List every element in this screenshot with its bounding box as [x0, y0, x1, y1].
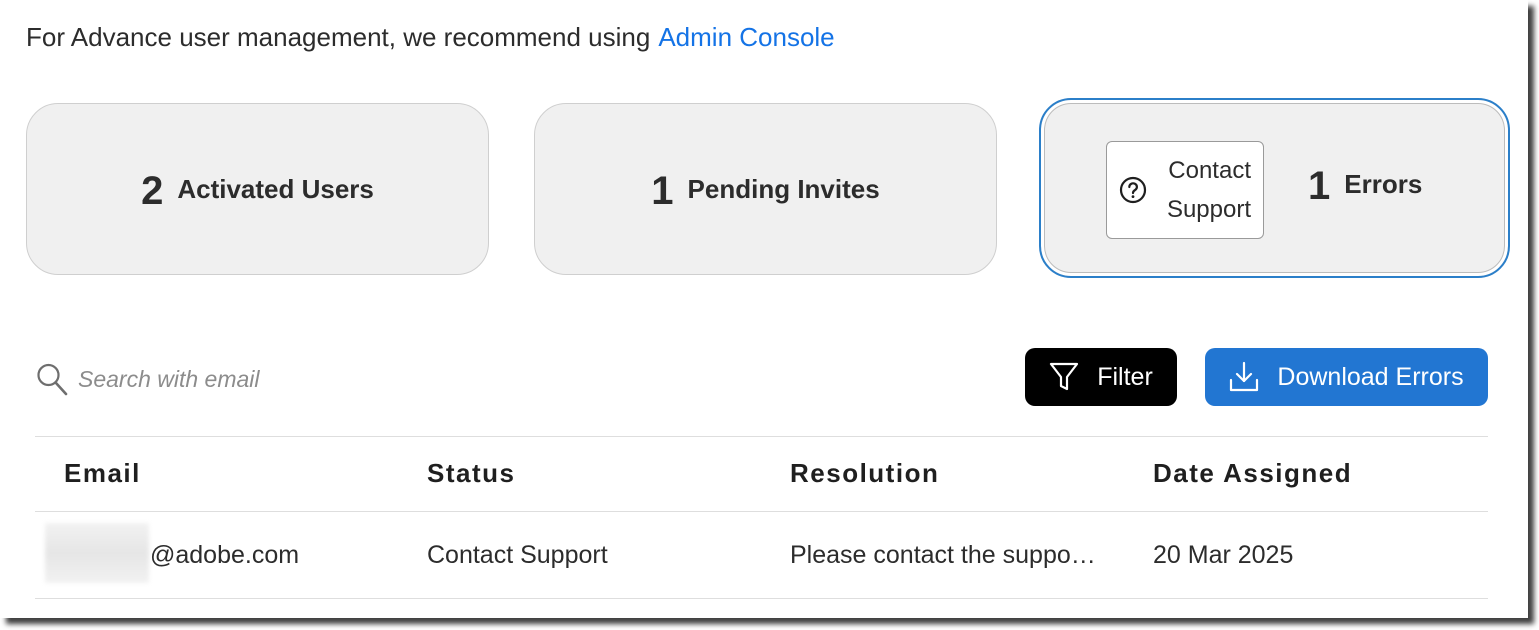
- errors-card[interactable]: Contact Support 1 Errors: [1039, 98, 1510, 278]
- filter-label: Filter: [1097, 362, 1153, 391]
- cell-email: @adobe.com: [150, 541, 300, 569]
- header-divider: [35, 511, 1488, 512]
- column-header-email[interactable]: Email: [64, 458, 141, 489]
- download-errors-button[interactable]: Download Errors: [1205, 348, 1488, 406]
- redacted-email-prefix: [45, 523, 149, 583]
- filter-button[interactable]: Filter: [1025, 348, 1177, 406]
- search-icon: [37, 363, 68, 396]
- contact-support-line-1: Contact: [1168, 157, 1251, 184]
- cell-resolution: Please contact the suppo…: [790, 541, 1096, 569]
- errors-count: 1: [1308, 164, 1331, 208]
- user-management-panel: For Advance user management, we recommen…: [0, 0, 1528, 618]
- pending-invites-count: 1: [651, 169, 674, 213]
- contact-support-button[interactable]: Contact Support: [1106, 141, 1264, 239]
- admin-console-link[interactable]: Admin Console: [658, 22, 834, 52]
- cell-status: Contact Support: [427, 541, 608, 569]
- activated-users-label: Activated Users: [177, 173, 374, 204]
- pending-invites-card[interactable]: 1 Pending Invites: [534, 103, 997, 275]
- errors-label: Errors: [1344, 168, 1423, 199]
- help-circle-icon: [1119, 176, 1147, 204]
- filter-icon: [1050, 362, 1079, 391]
- intro-message: For Advance user management, we recommen…: [26, 22, 651, 52]
- activated-users-count: 2: [141, 169, 164, 213]
- table-top-divider: [35, 436, 1488, 437]
- column-header-status[interactable]: Status: [427, 458, 515, 489]
- download-errors-label: Download Errors: [1277, 362, 1464, 391]
- column-header-date-assigned[interactable]: Date Assigned: [1153, 458, 1352, 489]
- search-box: [36, 362, 378, 396]
- activated-users-card[interactable]: 2 Activated Users: [26, 103, 489, 275]
- download-icon: [1230, 361, 1259, 392]
- search-email-input[interactable]: [78, 365, 378, 393]
- errors-metric: 1 Errors: [1308, 164, 1423, 208]
- cell-date-assigned: 20 Mar 2025: [1153, 541, 1294, 569]
- contact-support-label: Contact Support: [1161, 151, 1251, 229]
- pending-invites-label: Pending Invites: [687, 173, 880, 204]
- intro-text: For Advance user management, we recommen…: [26, 22, 835, 53]
- column-header-resolution[interactable]: Resolution: [790, 458, 939, 489]
- contact-support-line-2: Support: [1166, 196, 1251, 223]
- table-bottom-divider: [35, 598, 1488, 599]
